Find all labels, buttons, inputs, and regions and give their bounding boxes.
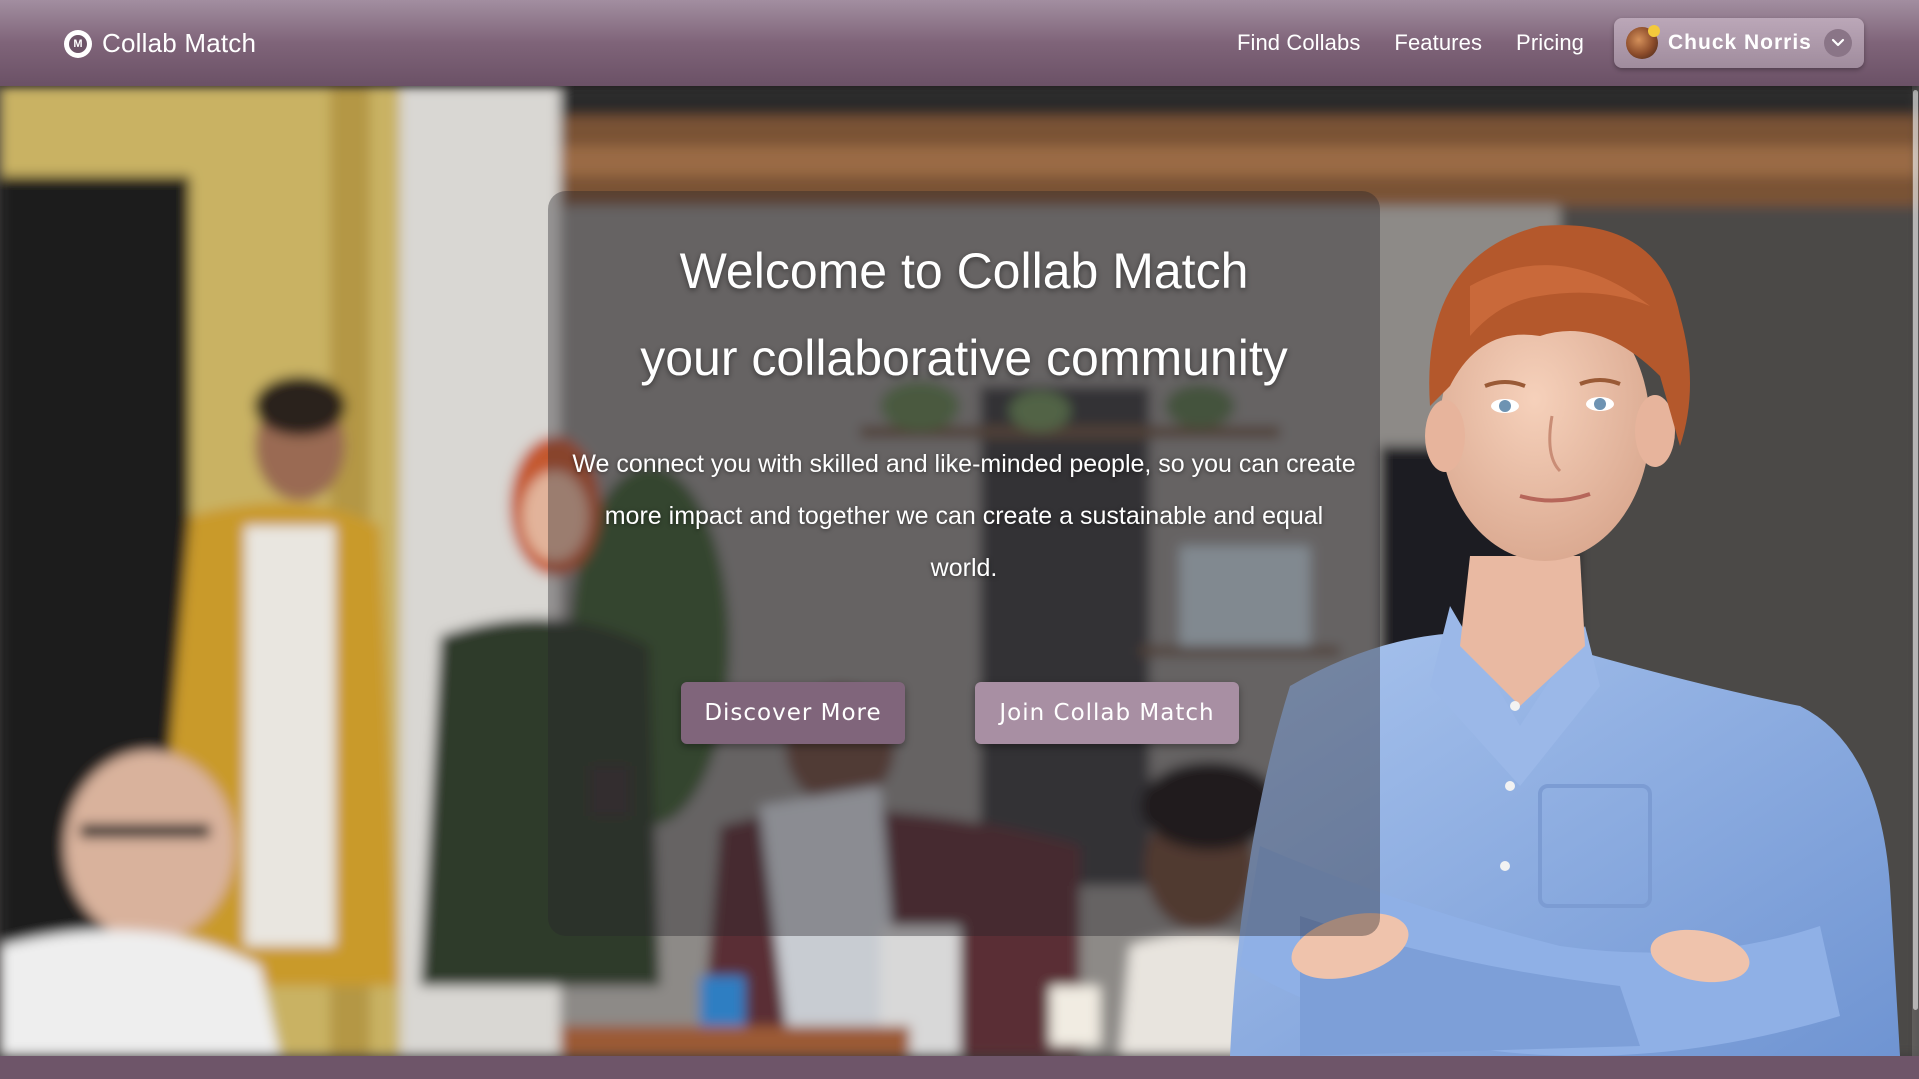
page-footer-strip: [0, 1056, 1919, 1079]
hero-title-line2: your collaborative community: [640, 330, 1288, 386]
nav-link-pricing[interactable]: Pricing: [1516, 30, 1584, 56]
nav-link-find-collabs[interactable]: Find Collabs: [1237, 30, 1360, 56]
collab-match-logo-icon: M: [64, 29, 92, 58]
hero-title-line1: Welcome to Collab Match: [679, 243, 1249, 299]
discover-more-button[interactable]: Discover More: [681, 682, 905, 744]
avatar: [1626, 25, 1660, 59]
nav-link-features[interactable]: Features: [1394, 30, 1482, 56]
brand-link[interactable]: M Collab Match: [64, 28, 256, 59]
hero-section: Welcome to Collab Match your collaborati…: [0, 86, 1919, 1056]
scrollbar-thumb[interactable]: [1913, 90, 1918, 1010]
chevron-down-icon[interactable]: [1824, 29, 1852, 57]
user-menu-dropdown[interactable]: Chuck Norris: [1614, 18, 1864, 68]
user-name: Chuck Norris: [1668, 31, 1812, 54]
nav-links: Find Collabs Features Pricing Chuck Norr…: [1203, 0, 1919, 86]
top-navbar: M Collab Match Find Collabs Features Pri…: [0, 0, 1919, 86]
brand-name: Collab Match: [102, 28, 257, 58]
hero-description: We connect you with skilled and like-min…: [572, 450, 1356, 582]
join-collab-match-button[interactable]: Join Collab Match: [975, 682, 1239, 744]
